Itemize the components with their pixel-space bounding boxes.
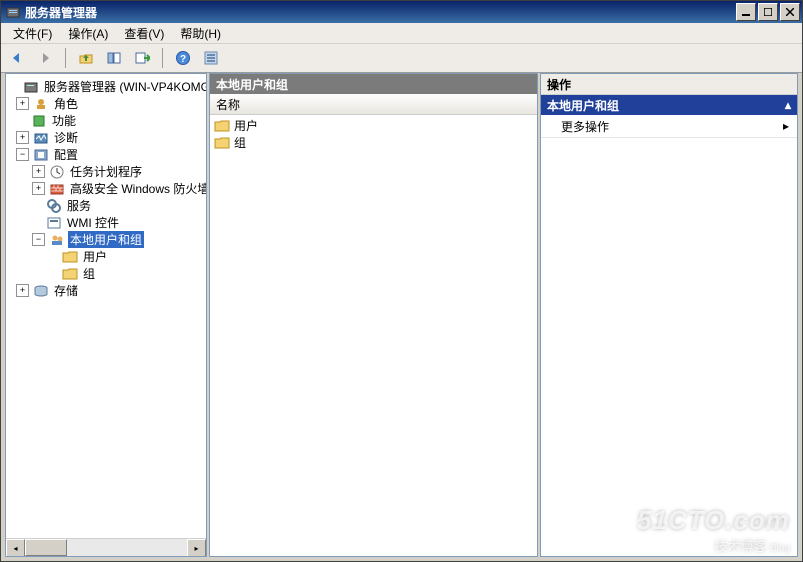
tree-expander-plus-icon[interactable]: + [32, 165, 45, 178]
minimize-button[interactable] [736, 3, 756, 21]
tree-label: 用户 [81, 248, 109, 265]
toolbar-separator [162, 48, 163, 68]
actions-panel: 操作 本地用户和组 ▴ 更多操作 ▸ [540, 73, 798, 557]
chevron-right-icon: ▸ [783, 119, 789, 133]
folder-icon [62, 266, 78, 282]
list-title: 本地用户和组 [210, 74, 537, 94]
titlebar[interactable]: 服务器管理器 [1, 1, 802, 23]
tree-features[interactable]: 功能 [6, 112, 206, 129]
actions-more[interactable]: 更多操作 ▸ [541, 115, 797, 138]
menu-help[interactable]: 帮助(H) [172, 23, 229, 44]
collapse-up-icon[interactable]: ▴ [785, 98, 791, 112]
app-window: 服务器管理器 文件(F) 操作(A) 查看(V) 帮助(H) [0, 0, 803, 562]
help-button[interactable]: ? [171, 46, 195, 70]
scroll-track[interactable] [25, 539, 187, 556]
tree-label: 服务器管理器 (WIN-VP4KOMGQQ9 [42, 78, 207, 95]
features-icon [31, 113, 47, 129]
tree-users[interactable]: 用户 [6, 248, 206, 265]
navigation-tree[interactable]: 服务器管理器 (WIN-VP4KOMGQQ9 + 角色 功能 + 诊断 [6, 74, 206, 303]
folder-icon [62, 249, 78, 265]
configuration-icon [33, 147, 49, 163]
scroll-thumb[interactable] [25, 539, 67, 556]
svg-text:?: ? [180, 54, 186, 65]
horizontal-scrollbar[interactable]: ◂ ▸ [6, 538, 206, 556]
tree-expander-minus-icon[interactable]: − [16, 148, 29, 161]
export-list-button[interactable] [130, 46, 154, 70]
tree-label: WMI 控件 [65, 214, 121, 231]
toolbar: ? [1, 44, 802, 73]
actions-header: 操作 [541, 74, 797, 95]
tree-label: 任务计划程序 [68, 163, 144, 180]
actions-section-title: 本地用户和组 [547, 97, 619, 114]
tree-groups[interactable]: 组 [6, 265, 206, 282]
tree-label: 诊断 [52, 129, 80, 146]
expander-empty [16, 115, 27, 126]
properties-button[interactable] [199, 46, 223, 70]
menubar: 文件(F) 操作(A) 查看(V) 帮助(H) [1, 23, 802, 44]
nav-forward-button[interactable] [33, 46, 57, 70]
up-folder-button[interactable] [74, 46, 98, 70]
tree-label: 服务 [65, 197, 93, 214]
tree-label: 配置 [52, 146, 80, 163]
menu-file[interactable]: 文件(F) [5, 23, 60, 44]
tree-label: 组 [81, 265, 97, 282]
server-icon [23, 79, 39, 95]
tree-roles[interactable]: + 角色 [6, 95, 206, 112]
tree-firewall[interactable]: + 高级安全 Windows 防火墙 [6, 180, 206, 197]
tree-label: 角色 [52, 95, 80, 112]
tree-wmi[interactable]: WMI 控件 [6, 214, 206, 231]
tree-label: 存储 [52, 282, 80, 299]
tree-task-scheduler[interactable]: + 任务计划程序 [6, 163, 206, 180]
window-title: 服务器管理器 [25, 4, 736, 21]
roles-icon [33, 96, 49, 112]
list-panel: 本地用户和组 名称 用户 组 [209, 73, 538, 557]
folder-icon [214, 119, 230, 132]
tree-storage[interactable]: + 存储 [6, 282, 206, 299]
expander-empty [8, 81, 19, 92]
menu-view[interactable]: 查看(V) [116, 23, 172, 44]
firewall-icon [49, 181, 65, 197]
server-manager-icon [5, 4, 21, 20]
close-button[interactable] [780, 3, 800, 21]
wmi-icon [46, 215, 62, 231]
list-item-groups[interactable]: 组 [210, 134, 537, 151]
list-column-header-name[interactable]: 名称 [210, 94, 537, 115]
diagnostics-icon [33, 130, 49, 146]
tree-diagnostics[interactable]: + 诊断 [6, 129, 206, 146]
window-controls [736, 3, 802, 21]
tree-services[interactable]: 服务 [6, 197, 206, 214]
tree-expander-plus-icon[interactable]: + [16, 284, 29, 297]
clock-icon [49, 164, 65, 180]
nav-back-button[interactable] [5, 46, 29, 70]
tree-expander-minus-icon[interactable]: − [32, 233, 45, 246]
show-hide-tree-button[interactable] [102, 46, 126, 70]
actions-item-label: 更多操作 [561, 118, 609, 135]
tree-local-users-groups[interactable]: − 本地用户和组 [6, 231, 206, 248]
scroll-left-button[interactable]: ◂ [6, 539, 25, 557]
tree-expander-plus-icon[interactable]: + [32, 182, 45, 195]
maximize-button[interactable] [758, 3, 778, 21]
toolbar-separator [65, 48, 66, 68]
users-groups-icon [49, 232, 65, 248]
list-item-label: 组 [234, 134, 246, 151]
actions-section-header[interactable]: 本地用户和组 ▴ [541, 95, 797, 115]
list-item-users[interactable]: 用户 [210, 117, 537, 134]
list-items: 用户 组 [210, 115, 537, 153]
tree-label: 高级安全 Windows 防火墙 [68, 180, 207, 197]
client-area: 服务器管理器 (WIN-VP4KOMGQQ9 + 角色 功能 + 诊断 [5, 73, 798, 557]
scroll-right-button[interactable]: ▸ [187, 539, 206, 557]
tree-label-selected: 本地用户和组 [68, 231, 144, 248]
tree-panel: 服务器管理器 (WIN-VP4KOMGQQ9 + 角色 功能 + 诊断 [5, 73, 207, 557]
tree-root[interactable]: 服务器管理器 (WIN-VP4KOMGQQ9 [6, 78, 206, 95]
tree-expander-plus-icon[interactable]: + [16, 131, 29, 144]
services-icon [46, 198, 62, 214]
tree-configuration[interactable]: − 配置 [6, 146, 206, 163]
folder-icon [214, 136, 230, 149]
tree-label: 功能 [50, 112, 78, 129]
list-item-label: 用户 [234, 117, 258, 134]
tree-expander-plus-icon[interactable]: + [16, 97, 29, 110]
menu-action[interactable]: 操作(A) [60, 23, 116, 44]
storage-icon [33, 283, 49, 299]
